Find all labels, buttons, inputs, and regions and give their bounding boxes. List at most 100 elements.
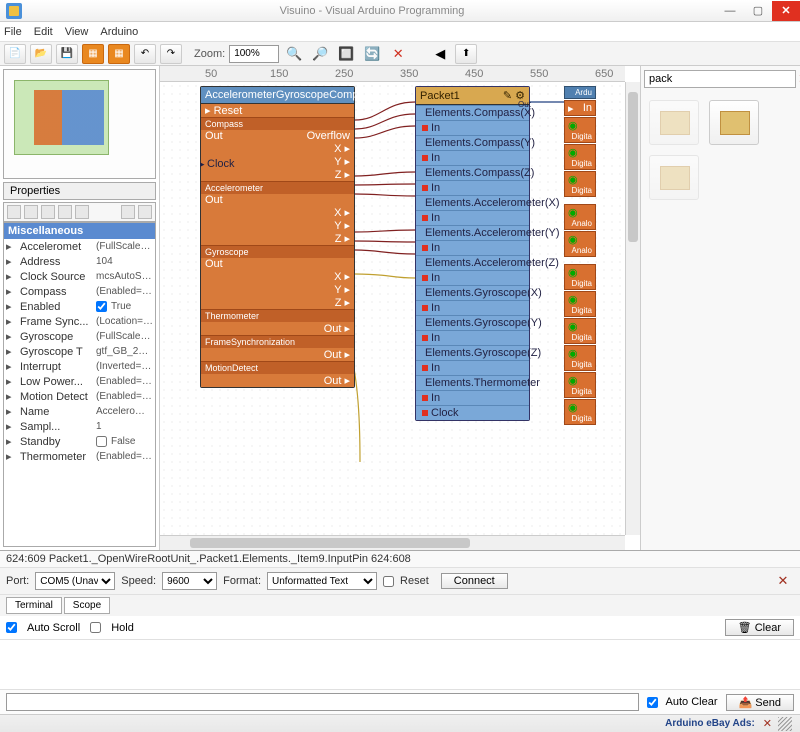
maximize-button[interactable]: ▢ xyxy=(744,1,772,21)
packet-row[interactable]: In xyxy=(416,210,529,225)
refresh-icon[interactable]: 🔄 xyxy=(361,44,383,64)
prop-row[interactable]: ▸Interrupt(Inverted=False,OpenDra... xyxy=(4,359,155,374)
arduino-block[interactable]: Ardu ▸In ◉Digita◉Digita◉Digita◉Analo◉Ana… xyxy=(564,86,596,426)
packet-row[interactable]: In xyxy=(416,360,529,375)
palette-item-1[interactable] xyxy=(649,100,699,145)
arduino-pin[interactable]: ◉Digita xyxy=(564,372,596,398)
save-button[interactable]: 💾 xyxy=(56,44,78,64)
menu-view[interactable]: View xyxy=(65,26,89,38)
new-button[interactable]: 📄 xyxy=(4,44,26,64)
prop-row[interactable]: ▸Compass(Enabled=False,SelfTest... xyxy=(4,284,155,299)
zoom-in-icon[interactable]: 🔍 xyxy=(283,44,305,64)
canvas-scrollbar-vertical[interactable] xyxy=(625,82,640,535)
clear-button[interactable]: 🗑 Clear xyxy=(725,619,794,636)
speed-select[interactable]: 9600 xyxy=(162,572,217,590)
autoscroll-checkbox[interactable] xyxy=(6,622,17,633)
palette-item-2[interactable] xyxy=(709,100,759,145)
packet-row[interactable]: Elements.Compass(Z) xyxy=(416,165,529,180)
delete-icon[interactable]: ✕ xyxy=(387,44,409,64)
properties-tree[interactable]: Miscellaneous ▸Acceleromet(FullScaleRang… xyxy=(3,222,156,547)
reset-checkbox[interactable] xyxy=(383,576,394,587)
overview-map[interactable] xyxy=(3,69,156,179)
open-button[interactable]: 📂 xyxy=(30,44,52,64)
upload-button[interactable]: ⬆ xyxy=(455,44,477,64)
arduino-pin[interactable]: ◉Digita xyxy=(564,117,596,143)
prop-row[interactable]: ▸Address104 xyxy=(4,254,155,269)
format-select[interactable]: Unformatted Text xyxy=(267,572,377,590)
tree-header-misc[interactable]: Miscellaneous xyxy=(4,223,155,239)
packet-row[interactable]: In xyxy=(416,390,529,405)
prop-row[interactable]: ▸Standby False xyxy=(4,434,155,449)
autoclear-checkbox[interactable] xyxy=(647,697,658,708)
menu-edit[interactable]: Edit xyxy=(34,26,53,38)
panel-close-icon[interactable]: ✕ xyxy=(772,571,794,591)
arduino-pin[interactable]: ◉Digita xyxy=(564,318,596,344)
packet-row[interactable]: Elements.Gyroscope(Y) xyxy=(416,315,529,330)
prop-row[interactable]: ▸Clock SourcemcsAutoSelect xyxy=(4,269,155,284)
menu-arduino[interactable]: Arduino xyxy=(100,26,138,38)
packet-block[interactable]: Packet1✎ ⚙ Elements.Compass(X)InElements… xyxy=(415,86,530,421)
menu-file[interactable]: File xyxy=(4,26,22,38)
packet-row[interactable]: In xyxy=(416,330,529,345)
prop-row[interactable]: ▸Enabled True xyxy=(4,299,155,314)
arduino-pin[interactable]: ◉Analo xyxy=(564,204,596,230)
prop-row[interactable]: ▸Gyroscope Tgtf_GB_250Hz_GF_8KH... xyxy=(4,344,155,359)
hold-checkbox[interactable] xyxy=(90,622,101,633)
prop-row[interactable]: ▸Sampl...1 xyxy=(4,419,155,434)
arduino-pin[interactable]: ◉Digita xyxy=(564,144,596,170)
prop-row[interactable]: ▸Motion Detect(Enabled=True,Compare... xyxy=(4,389,155,404)
packet-row[interactable]: In xyxy=(416,300,529,315)
prop-tool-6[interactable] xyxy=(121,205,135,219)
connect-button[interactable]: Connect xyxy=(441,573,508,589)
accel-gyro-block[interactable]: AccelerometerGyroscopeCompass1 ▸ Reset C… xyxy=(200,86,355,388)
packet-row[interactable]: Elements.Compass(Y) xyxy=(416,135,529,150)
send-button[interactable]: 📤 Send xyxy=(726,694,794,711)
prop-tool-3[interactable] xyxy=(41,205,55,219)
zoom-select[interactable] xyxy=(229,45,279,63)
packet-row[interactable]: Elements.Accelerometer(Z) xyxy=(416,255,529,270)
prop-tool-1[interactable] xyxy=(7,205,21,219)
canvas-scrollbar-horizontal[interactable] xyxy=(160,535,625,550)
port-select[interactable]: COM5 (Unava xyxy=(35,572,115,590)
prop-tool-4[interactable] xyxy=(58,205,72,219)
packet-row[interactable]: In xyxy=(416,120,529,135)
arduino-pin[interactable]: ◉Digita xyxy=(564,399,596,425)
close-button[interactable]: ✕ xyxy=(772,1,800,21)
zoom-fit-icon[interactable]: 🔲 xyxy=(335,44,357,64)
zoom-out-icon[interactable]: 🔎 xyxy=(309,44,331,64)
palette-item-3[interactable] xyxy=(649,155,699,200)
resize-handle-icon[interactable] xyxy=(778,717,792,731)
minimize-button[interactable]: — xyxy=(716,1,744,21)
prop-tool-2[interactable] xyxy=(24,205,38,219)
arduino-pin[interactable]: ◉Digita xyxy=(564,264,596,290)
prop-row[interactable]: ▸Low Power...(Enabled=True,SampleFr... xyxy=(4,374,155,389)
packet-row[interactable]: Clock xyxy=(416,405,529,420)
redo-button[interactable]: ↷ xyxy=(160,44,182,64)
arduino-pin[interactable]: ◉Digita xyxy=(564,345,596,371)
terminal-tab[interactable]: Terminal xyxy=(6,597,62,614)
design-canvas[interactable]: AccelerometerGyroscopeCompass1 ▸ Reset C… xyxy=(160,82,625,535)
arduino-pin[interactable]: ◉Digita xyxy=(564,171,596,197)
scope-tab[interactable]: Scope xyxy=(64,597,110,614)
packet-row[interactable]: Elements.Accelerometer(Y) xyxy=(416,225,529,240)
footer-close-icon[interactable]: ✕ xyxy=(763,717,772,730)
prop-row[interactable]: ▸Gyroscope(FullScaleRange=gr250d... xyxy=(4,329,155,344)
properties-tab[interactable]: Properties xyxy=(3,182,156,200)
packet-row[interactable]: Elements.Gyroscope(X) xyxy=(416,285,529,300)
arduino-pin[interactable]: ◉Digita xyxy=(564,291,596,317)
packet-row[interactable]: In xyxy=(416,240,529,255)
prop-row[interactable]: ▸NameAccelerometerGyroscop... xyxy=(4,404,155,419)
packet-row[interactable]: In xyxy=(416,180,529,195)
prop-row[interactable]: ▸Thermometer(Enabled=True) xyxy=(4,449,155,464)
orange-tool-1[interactable]: ▦ xyxy=(82,44,104,64)
packet-row[interactable]: In xyxy=(416,150,529,165)
prop-tool-7[interactable] xyxy=(138,205,152,219)
nav-back-icon[interactable]: ◀ xyxy=(429,44,451,64)
packet-row[interactable]: Elements.Gyroscope(Z) xyxy=(416,345,529,360)
prop-tool-5[interactable] xyxy=(75,205,89,219)
send-input[interactable] xyxy=(6,693,639,711)
packet-row[interactable]: In xyxy=(416,270,529,285)
orange-tool-2[interactable]: ▦ xyxy=(108,44,130,64)
arduino-pin[interactable]: ◉Analo xyxy=(564,231,596,257)
undo-button[interactable]: ↶ xyxy=(134,44,156,64)
